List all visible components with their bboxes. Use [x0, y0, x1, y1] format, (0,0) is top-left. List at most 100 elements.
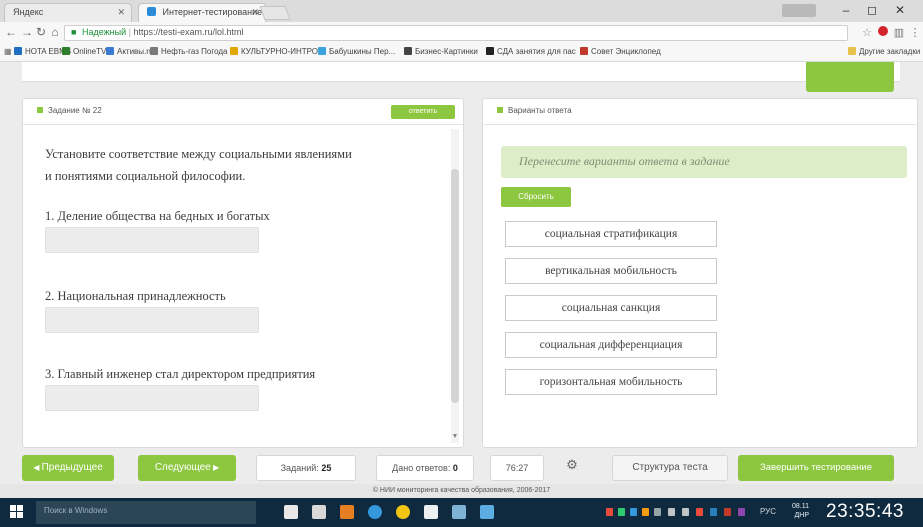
answer-option[interactable]: социальная санкция	[505, 295, 717, 321]
chevron-left-icon: ◀	[33, 463, 42, 472]
drop-zone-1[interactable]	[45, 227, 259, 253]
tab-yandex[interactable]: Яндекс ✕	[4, 3, 132, 22]
vlc-icon[interactable]	[340, 505, 354, 519]
forward-arrow-icon[interactable]: →	[20, 25, 34, 39]
opera-extension-icon[interactable]	[876, 26, 890, 40]
answers-title: Варианты ответа	[508, 106, 572, 115]
task-panel: Задание № 22 ответить Установите соответ…	[22, 98, 464, 448]
answers-panel-header: Варианты ответа	[483, 99, 917, 125]
bottom-navigation: ◀ Предыдущее Следующее ▶ Заданий: 25 Дан…	[22, 455, 900, 485]
drop-zone-2[interactable]	[45, 307, 259, 333]
bookmark-icon	[318, 47, 326, 55]
folder-icon	[848, 47, 856, 55]
finish-test-button[interactable]: Завершить тестирование	[738, 455, 894, 481]
answer-option[interactable]: социальная дифференциация	[505, 332, 717, 358]
chrome-icon[interactable]	[368, 505, 382, 519]
browser-icon[interactable]	[396, 505, 410, 519]
apps-icon[interactable]: ▦	[4, 47, 12, 56]
tray-app-icon[interactable]	[738, 508, 745, 516]
answer-option[interactable]: вертикальная мобильность	[505, 258, 717, 284]
taskbar-search[interactable]: Поиск в Windows	[36, 501, 256, 524]
home-icon[interactable]: ⌂	[48, 25, 62, 39]
drop-zone-3[interactable]	[45, 385, 259, 411]
minimize-icon[interactable]: –	[836, 3, 856, 17]
page-top-button[interactable]	[806, 62, 894, 92]
bookmark-item[interactable]: Активы.ru	[106, 47, 153, 56]
page-content: Задание № 22 ответить Установите соответ…	[0, 62, 923, 494]
gear-icon[interactable]: ⚙	[562, 457, 582, 473]
next-button[interactable]: Следующее ▶	[138, 455, 236, 481]
star-icon[interactable]: ☆	[860, 26, 874, 40]
tray-app-icon[interactable]	[654, 508, 661, 516]
taskbar-clock[interactable]: 23:35:43	[826, 501, 904, 523]
task-view-icon[interactable]	[284, 505, 298, 519]
tasks-counter: Заданий: 25	[256, 455, 356, 481]
answer-option[interactable]: горизонтальная мобильность	[505, 369, 717, 395]
close-window-icon[interactable]: ✕	[890, 3, 910, 17]
bookmark-item[interactable]: Бабушкины Пер...	[318, 47, 395, 56]
bookmark-item[interactable]: Нефть-газ Погода	[150, 47, 227, 56]
browser-toolbar: ← → ↻ ⌂ ■ Надежный | https://testi-exam.…	[0, 22, 923, 44]
maximize-icon[interactable]: ◻	[862, 3, 882, 17]
close-icon[interactable]: ✕	[117, 7, 125, 18]
tray-app-icon[interactable]	[696, 508, 703, 516]
bookmark-item[interactable]: СДА занятия для пас	[486, 47, 576, 56]
answers-panel: Варианты ответа Перенесите варианты отве…	[482, 98, 918, 448]
volume-icon[interactable]	[682, 508, 689, 516]
close-icon[interactable]: ✕	[251, 7, 259, 18]
network-icon[interactable]	[668, 508, 675, 516]
bookmark-item[interactable]: Бизнес-Картинки	[404, 47, 478, 56]
other-bookmarks[interactable]: Другие закладки	[848, 47, 920, 56]
tab-label: Интернет-тестирование	[162, 7, 263, 17]
tray-app-icon[interactable]	[642, 508, 649, 516]
tray-app-icon[interactable]	[630, 508, 637, 516]
answer-button[interactable]: ответить	[391, 105, 455, 119]
task-panel-header: Задание № 22 ответить	[23, 99, 463, 125]
answered-count: 0	[452, 463, 458, 473]
answer-option[interactable]: социальная стратификация	[505, 221, 717, 247]
back-arrow-icon[interactable]: ←	[4, 25, 18, 39]
bookmark-icon	[106, 47, 114, 55]
test-structure-button[interactable]: Структура теста	[612, 455, 728, 481]
answered-counter: Дано ответов: 0	[376, 455, 474, 481]
bookmark-item[interactable]: OnlineTV	[62, 47, 106, 56]
tray-app-icon[interactable]	[618, 508, 625, 516]
reload-icon[interactable]: ↻	[34, 25, 48, 39]
extension-icon[interactable]: ▥	[892, 26, 906, 40]
tab-testing[interactable]: Интернет-тестирование ✕	[138, 3, 266, 22]
language-indicator[interactable]: РУС	[760, 507, 776, 516]
task-question: Установите соответствие между социальным…	[45, 143, 445, 187]
previous-button[interactable]: ◀ Предыдущее	[22, 455, 114, 481]
app-icon[interactable]	[424, 505, 438, 519]
bookmark-icon	[14, 47, 22, 55]
windows-taskbar: Поиск в Windows РУС 08.11 ДНР 23:35:43	[0, 498, 923, 527]
tray-app-icon[interactable]	[710, 508, 717, 516]
bookmark-icon	[404, 47, 412, 55]
tray-app-icon[interactable]	[724, 508, 731, 516]
tab-label: Яндекс	[13, 7, 44, 17]
new-tab-button[interactable]	[259, 6, 291, 20]
browser-tab-bar: Яндекс ✕ Интернет-тестирование ✕ – ◻ ✕	[0, 0, 923, 22]
lock-icon: ■	[71, 27, 77, 37]
bookmark-item[interactable]: Совет Энциклопед	[580, 47, 661, 56]
menu-icon[interactable]: ⋮	[908, 26, 922, 40]
scrollbar-thumb[interactable]	[451, 169, 459, 403]
secure-label: Надежный	[81, 27, 127, 37]
file-explorer-icon[interactable]	[312, 505, 326, 519]
bookmark-item[interactable]: КУЛЬТУРНО-ИНТРО	[230, 47, 318, 56]
tasks-count: 25	[321, 463, 332, 473]
bookmark-icon	[486, 47, 494, 55]
windows-start-icon[interactable]	[10, 505, 24, 519]
tray-app-icon[interactable]	[606, 508, 613, 516]
address-bar[interactable]: ■ Надежный | https://testi-exam.ru/lol.h…	[64, 25, 848, 41]
scroll-down-icon[interactable]: ▼	[451, 433, 459, 440]
timer: 76:27	[490, 455, 544, 481]
profile-chip[interactable]	[782, 4, 816, 17]
site-favicon-icon	[147, 7, 156, 16]
chevron-right-icon: ▶	[210, 463, 220, 472]
square-bullet-icon	[37, 107, 43, 113]
store-icon[interactable]	[452, 505, 466, 519]
bookmark-icon	[150, 47, 158, 55]
telegram-icon[interactable]	[480, 505, 494, 519]
reset-button[interactable]: Сбросить	[501, 187, 571, 207]
